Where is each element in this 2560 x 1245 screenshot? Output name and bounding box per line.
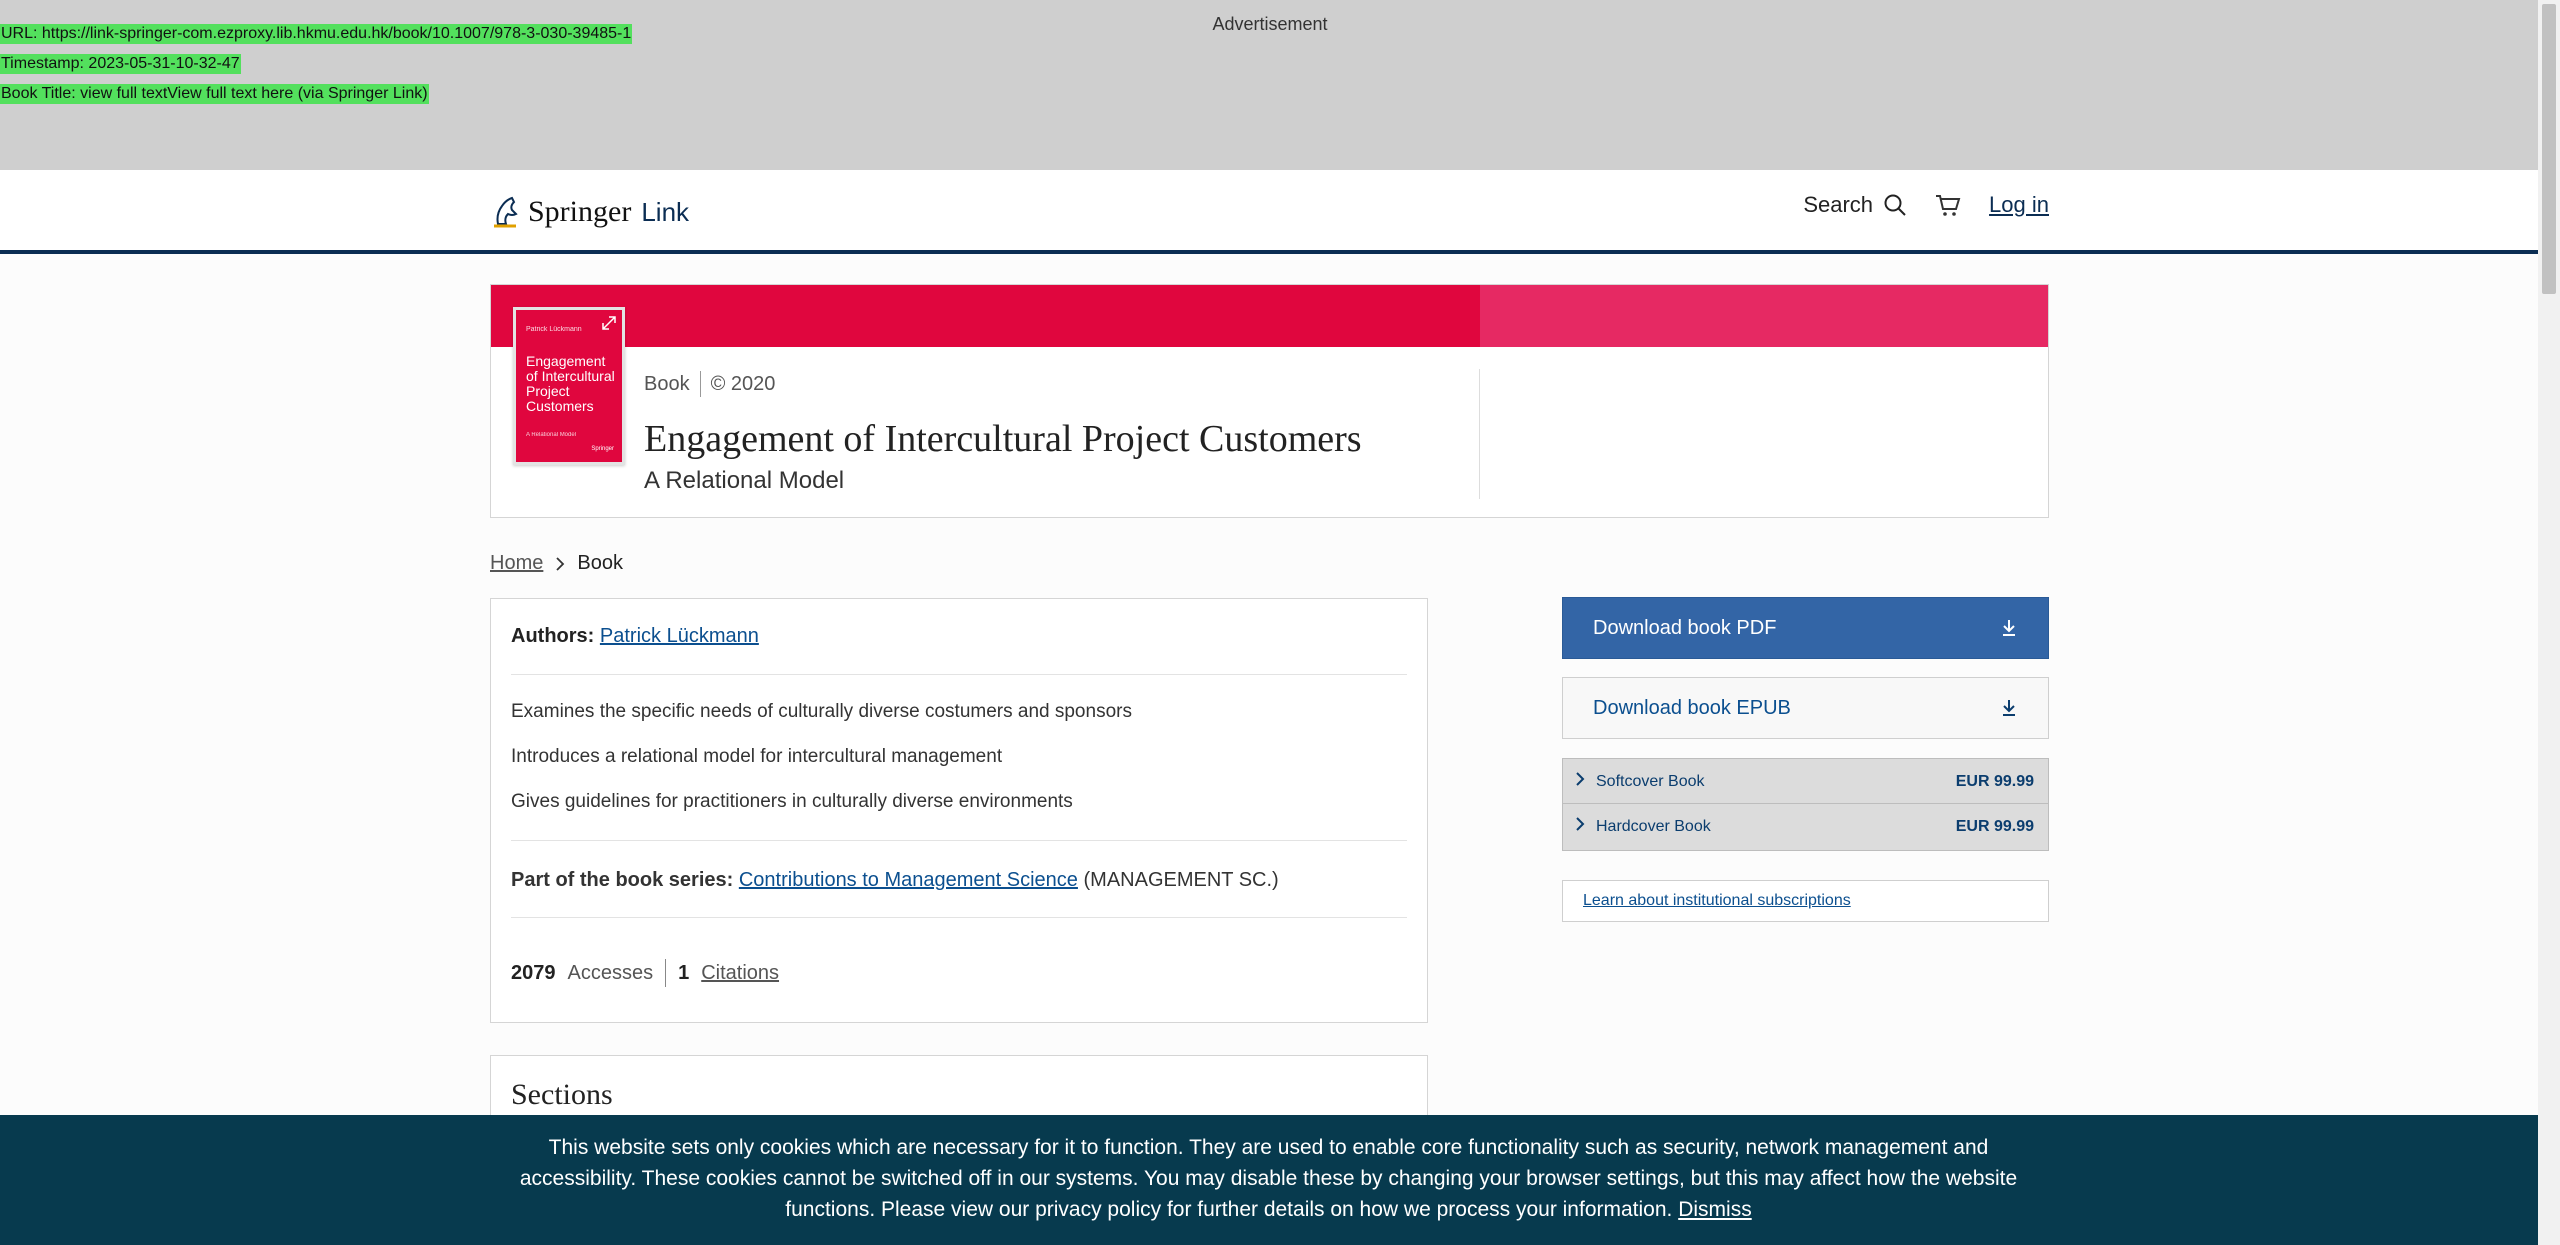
cover-subtitle: A Relational Model [526,432,577,438]
institutional-box: Learn about institutional subscriptions [1562,880,2049,922]
option-name: Hardcover Book [1596,818,1711,835]
site-header: Springer Link Search Log in [0,170,2538,254]
page-scrollbar[interactable] [2538,0,2560,1245]
cookie-message-container: This website sets only cookies which are… [490,1132,2047,1225]
feature-item: Introduces a relational model for interc… [511,746,1003,767]
ad-label: Advertisement [1212,14,1328,34]
cover-author: Patrick Lückmann [526,326,582,333]
author-link[interactable]: Patrick Lückmann [600,625,759,647]
springer-logo-icon [494,196,518,228]
cookie-message: This website sets only cookies which are… [519,1136,2018,1221]
key-features: Examines the specific needs of culturall… [511,701,1132,836]
overlay-url: URL: https://link-springer-com.ezproxy.l… [0,24,633,44]
series-label: Part of the book series: [511,869,734,891]
cart-icon[interactable] [1935,193,1961,217]
softcover-option[interactable]: Softcover Book EUR 99.99 [1563,759,2048,804]
book-series: Part of the book series: Contributions t… [511,869,1279,892]
breadcrumb-home[interactable]: Home [490,552,543,575]
download-epub-label: Download book EPUB [1593,697,1791,719]
breadcrumb: Home Book [490,552,623,575]
book-cover[interactable]: Patrick Lückmann Engagement of Intercult… [513,307,625,465]
purchase-options: Softcover Book EUR 99.99 Hardcover Book … [1562,758,2049,851]
login-link[interactable]: Log in [1989,192,2049,218]
hero-divider [1479,369,1480,499]
series-abbreviation: (MANAGEMENT SC.) [1083,869,1279,891]
breadcrumb-current: Book [577,552,623,574]
scrollbar-thumb[interactable] [2542,4,2556,294]
book-metrics: 2079 Accesses 1 Citations [511,959,779,987]
cover-publisher: Springer [591,446,614,452]
download-pdf-button[interactable]: Download book PDF [1562,597,2049,659]
authors: Authors: Patrick Lückmann [511,625,759,648]
book-hero: Patrick Lückmann Engagement of Intercult… [490,284,2049,518]
institutional-subscriptions-link[interactable]: Learn about institutional subscriptions [1583,892,1851,910]
authors-label: Authors: [511,625,595,647]
dismiss-link[interactable]: Dismiss [1678,1198,1752,1221]
accesses-label: Accesses [567,961,654,984]
citations-link[interactable]: Citations [701,962,779,985]
option-name: Softcover Book [1596,773,1705,790]
header-actions: Search Log in [1803,192,2049,218]
search-button[interactable]: Search [1803,192,1907,218]
ad-banner: Advertisement URL: https://link-springer… [0,0,2538,170]
book-subtitle: A Relational Model [644,467,845,494]
option-price: EUR 99.99 [1955,773,2034,790]
hero-band-accent [1480,285,2048,347]
book-title: Engagement of Intercultural Project Cust… [644,418,1362,460]
chevron-right-icon [1576,772,1585,786]
feature-item: Gives guidelines for practitioners in cu… [511,791,1073,812]
search-label: Search [1803,192,1874,217]
cover-title: Engagement of Intercultural Project Cust… [526,353,615,414]
series-link[interactable]: Contributions to Management Science [739,869,1078,891]
feature-item: Examines the specific needs of culturall… [511,701,1132,722]
download-pdf-label: Download book PDF [1593,617,1777,639]
expand-icon[interactable] [600,314,618,332]
search-icon [1884,194,1906,216]
springer-link-logo[interactable]: Springer Link [490,192,689,232]
hardcover-option[interactable]: Hardcover Book EUR 99.99 [1563,804,2048,848]
accesses-count: 2079 [511,961,556,984]
logo-suffix: Link [641,196,690,227]
overlay-timestamp: Timestamp: 2023-05-31-10-32-47 [0,54,241,74]
book-info-card: Authors: Patrick Lückmann Examines the s… [490,598,1428,1023]
cookie-banner: This website sets only cookies which are… [0,1115,2538,1245]
overlay-book-title: Book Title: view full textView full text… [0,84,429,104]
download-icon [2003,700,2015,716]
download-icon [2003,620,2015,636]
download-epub-button[interactable]: Download book EPUB [1562,677,2049,739]
chevron-right-icon [556,556,565,571]
sections-heading: Sections [511,1078,613,1111]
book-meta: Book © 2020 [644,371,775,397]
logo-text: Springer [528,195,632,228]
option-price: EUR 99.99 [1955,818,2034,835]
chevron-right-icon [1576,817,1585,831]
content-type: Book [644,372,690,395]
hero-band [491,285,1480,347]
copyright-year: © 2020 [710,372,776,395]
citations-count: 1 [678,961,690,984]
